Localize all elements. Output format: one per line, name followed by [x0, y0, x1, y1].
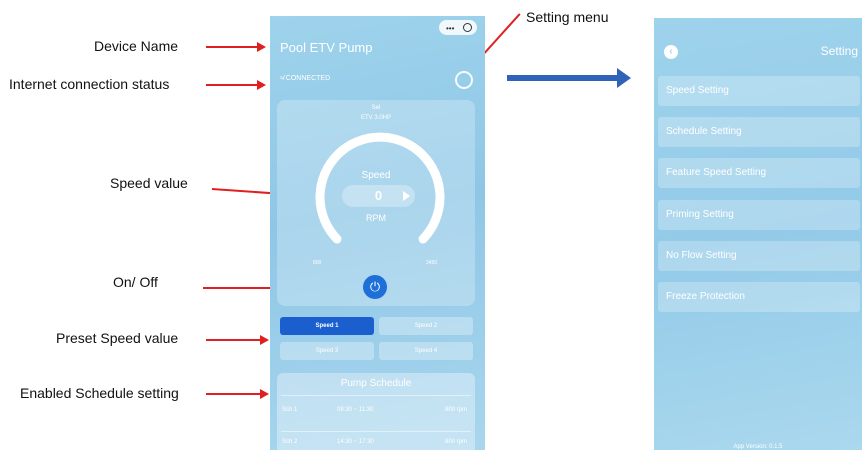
schedule-time: 08:30 ~ 11:30 — [337, 407, 374, 413]
menu-item-priming-setting[interactable]: Priming Setting — [658, 200, 860, 230]
menu-item-speed-setting[interactable]: Speed Setting — [658, 76, 860, 106]
preset-speed-1[interactable]: Speed 1 — [280, 317, 374, 335]
preset-speed-2[interactable]: Speed 2 — [379, 317, 473, 335]
annotation-enabled-schedule: Enabled Schedule setting — [20, 385, 179, 401]
connection-status: ≉ CONNECTED — [280, 75, 330, 82]
menu-item-freeze-protection[interactable]: Freeze Protection — [658, 282, 860, 312]
preset-speed-3[interactable]: Speed 3 — [280, 342, 374, 360]
preset-speed-4[interactable]: Speed 4 — [379, 342, 473, 360]
annotation-device-name: Device Name — [94, 38, 179, 54]
settings-screen: ‹ Setting Speed Setting Schedule Setting… — [654, 18, 862, 450]
schedule-rpm: 800 rpm — [444, 407, 467, 413]
annotation-arrowhead — [260, 389, 269, 399]
home-screen: ••• Pool ETV Pump ≉ CONNECTED Sel ETV 3.… — [270, 16, 485, 450]
divider — [281, 395, 471, 396]
speed-label: Speed — [361, 170, 391, 181]
annotation-preset-speed: Preset Speed value — [56, 330, 179, 346]
annotation-arrowhead — [260, 335, 269, 345]
schedule-name: Sch 1 — [282, 407, 298, 413]
speed-value-pill[interactable]: 0 — [342, 185, 415, 207]
mini-program-capsule[interactable]: ••• — [439, 20, 477, 35]
speed-unit: RPM — [366, 213, 386, 223]
annotation-arrow — [206, 46, 258, 48]
annotation-arrow — [206, 339, 261, 341]
pump-schedule-card[interactable]: Pump Schedule Sch 1 08:30 ~ 11:30 800 rp… — [277, 373, 475, 450]
menu-item-no-flow-setting[interactable]: No Flow Setting — [658, 241, 860, 271]
annotation-on-off: On/ Off — [113, 274, 158, 290]
annotation-arrow — [206, 393, 261, 395]
connection-status-label: CONNECTED — [285, 75, 331, 82]
device-name: Pool ETV Pump — [280, 40, 373, 55]
annotation-setting-menu: Setting menu — [526, 9, 609, 25]
gauge-min-label: 800 — [313, 260, 322, 266]
schedule-rpm: 800 rpm — [444, 439, 467, 445]
play-icon[interactable] — [403, 191, 410, 201]
app-version: App Version: 0.1.5 — [733, 444, 783, 450]
menu-item-schedule-setting[interactable]: Schedule Setting — [658, 117, 860, 147]
wifi-icon: ≉ — [280, 75, 284, 82]
gauge-max-label: 3450 — [426, 260, 438, 266]
annotation-arrowhead — [257, 80, 266, 90]
flow-arrowhead — [617, 68, 631, 88]
model-line-2: ETV 3.0HP — [360, 115, 391, 121]
annotation-arrowhead — [257, 42, 266, 52]
close-circle-icon[interactable] — [463, 23, 472, 32]
annotation-internet-status: Internet connection status — [9, 76, 170, 92]
settings-title: Setting — [820, 44, 858, 58]
power-icon: ⏻ — [369, 279, 381, 294]
divider — [281, 431, 471, 432]
annotation-arrow — [480, 13, 521, 58]
power-button[interactable]: ⏻ — [363, 275, 387, 299]
model-line-1: Sel — [371, 105, 381, 111]
more-icon[interactable]: ••• — [446, 24, 454, 33]
settings-button[interactable] — [455, 71, 473, 89]
back-chevron-icon[interactable]: ‹ — [664, 45, 678, 59]
schedule-name: Sch 2 — [282, 439, 298, 445]
schedule-title: Pump Schedule — [340, 378, 412, 389]
menu-item-feature-speed-setting[interactable]: Feature Speed Setting — [658, 158, 860, 188]
speed-control-card: Sel ETV 3.0HP Speed 0 RPM 800 3450 ⏻ — [277, 100, 475, 306]
schedule-time: 14:30 ~ 17:30 — [337, 439, 374, 445]
annotation-speed-value: Speed value — [110, 175, 188, 191]
flow-arrow — [507, 75, 619, 81]
annotation-arrow — [206, 84, 258, 86]
